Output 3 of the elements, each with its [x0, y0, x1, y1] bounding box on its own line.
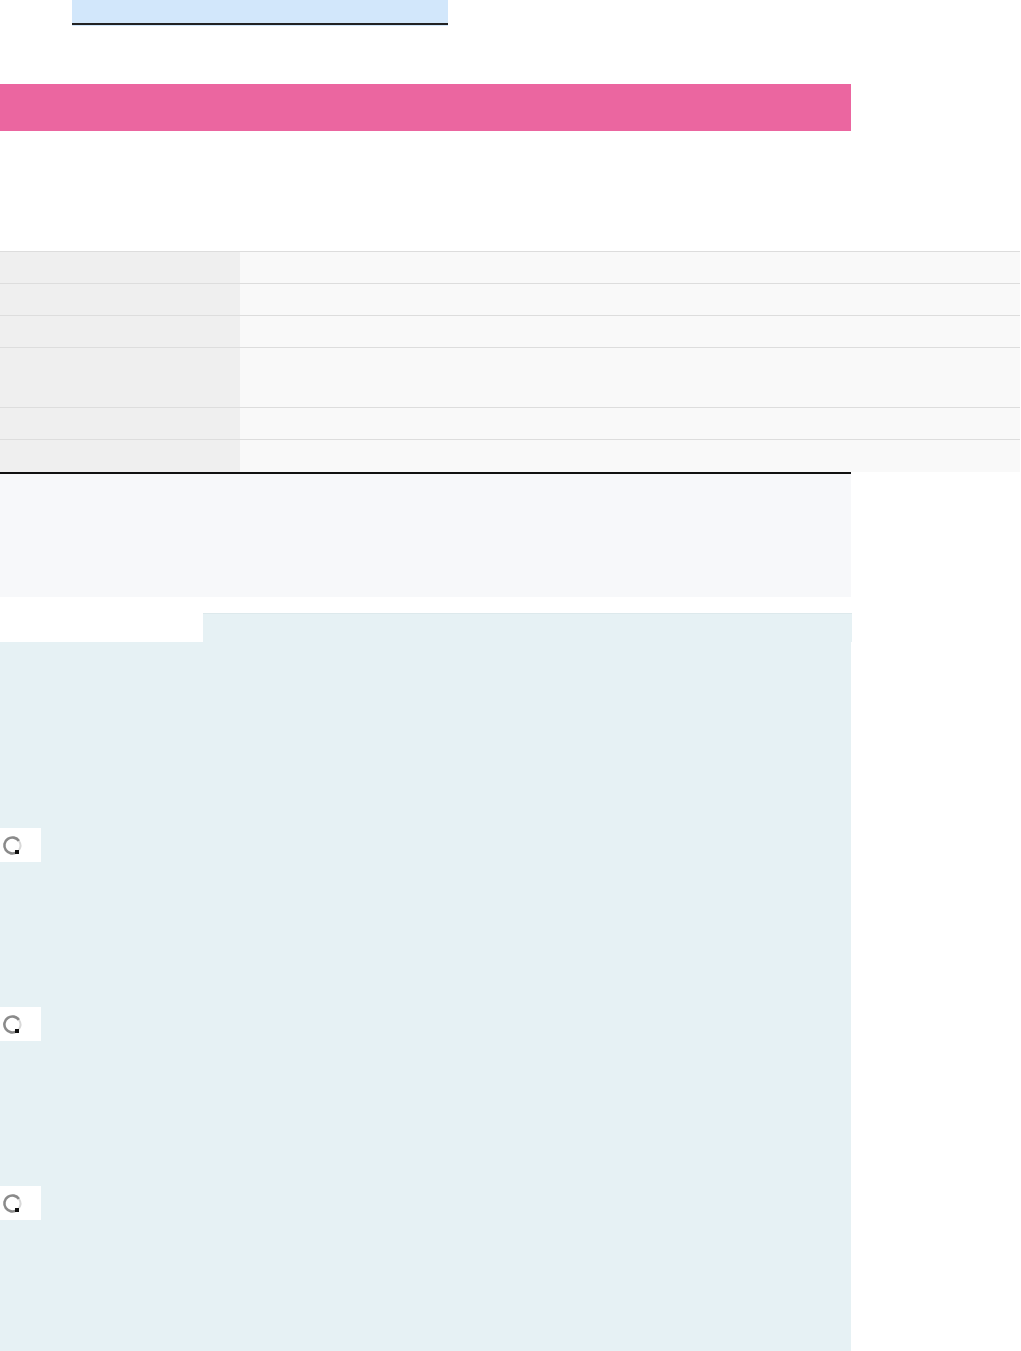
spinner-icon [0, 828, 41, 862]
spinner-icon [0, 1007, 41, 1041]
spinner-icon [0, 1186, 41, 1220]
